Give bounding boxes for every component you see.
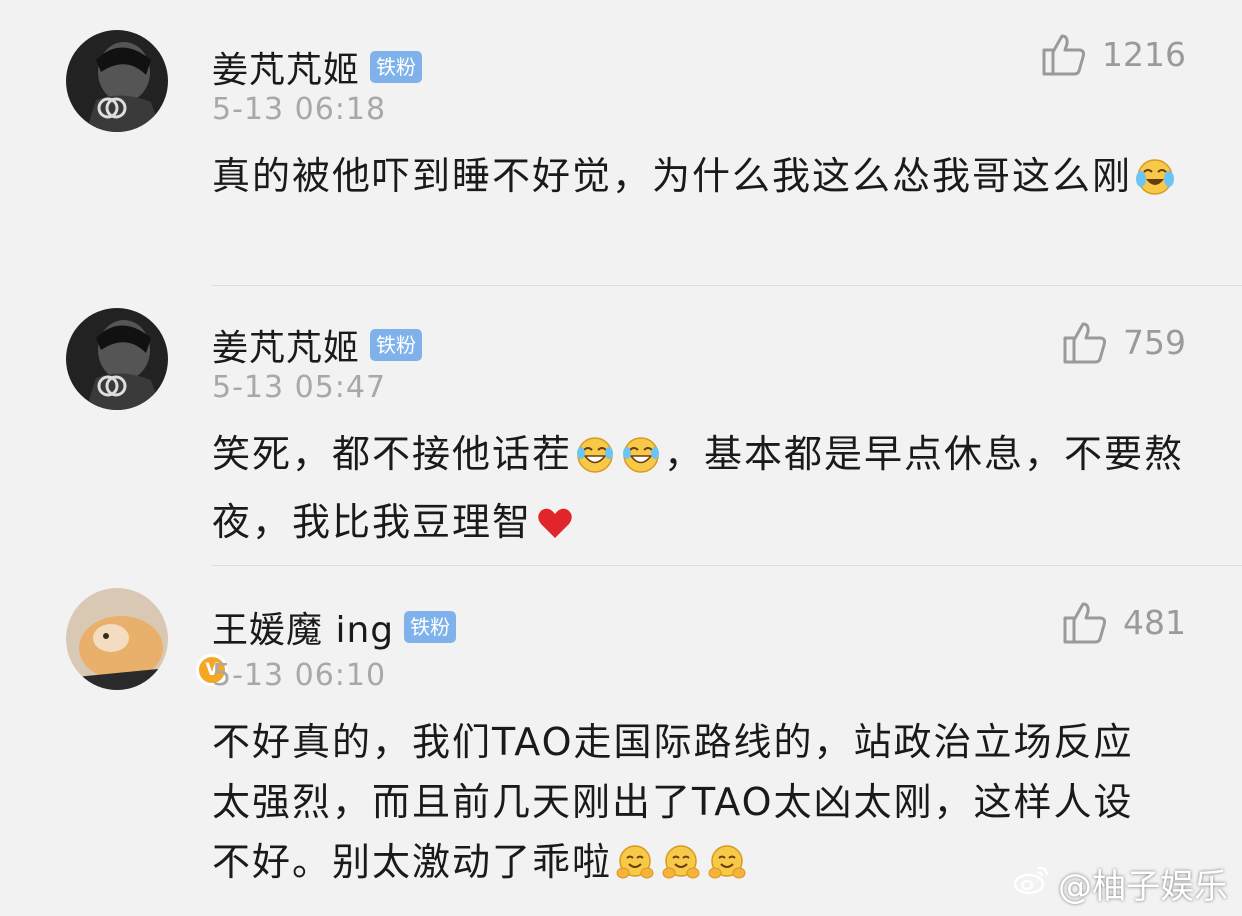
thumbs-up-icon [1061,598,1109,646]
laugh-tears-emoji [621,432,661,492]
red-heart-emoji [535,500,575,560]
watermark-text: @柚子娱乐 [1058,867,1228,907]
like-count: 759 [1123,322,1186,362]
fan-badge: 铁粉 [404,611,457,643]
laugh-tears-emoji [575,432,615,492]
timestamp: 5-13 06:18 [212,92,387,127]
divider [212,285,1242,286]
timestamp: 5-13 06:10 [212,658,387,693]
hug-emoji [615,840,655,900]
avatar[interactable]: V [66,588,228,690]
thumbs-up-icon [1061,318,1109,366]
avatar[interactable] [66,30,168,132]
divider [212,565,1242,566]
like-button[interactable]: 1216 [1040,28,1186,80]
timestamp: 5-13 05:47 [212,370,387,405]
hug-emoji [707,840,747,900]
weibo-logo-icon [1012,862,1058,905]
username[interactable]: 姜芃芃姬 [212,41,360,93]
thumbs-up-icon [1040,30,1088,78]
username[interactable]: 姜芃芃姬 [212,319,360,371]
comment-text: 笑死，都不接他话茬 ，基本都是早点休息，不要熬夜，我比我豆理智 [212,424,1202,560]
like-button[interactable]: 481 [1061,596,1186,648]
username[interactable]: 王媛魔 ing [212,601,394,653]
hug-emoji [661,840,701,900]
fan-badge: 铁粉 [370,51,423,83]
watermark: @柚子娱乐 [1012,859,1228,908]
like-button[interactable]: 759 [1061,316,1186,368]
comment-text: 真的被他吓到睡不好觉，为什么我这么怂我哥这么刚 [212,146,1202,214]
avatar[interactable] [66,308,168,410]
cry-laugh-emoji [1135,154,1175,214]
fan-badge: 铁粉 [370,329,423,361]
like-count: 1216 [1102,34,1186,74]
like-count: 481 [1123,602,1186,642]
